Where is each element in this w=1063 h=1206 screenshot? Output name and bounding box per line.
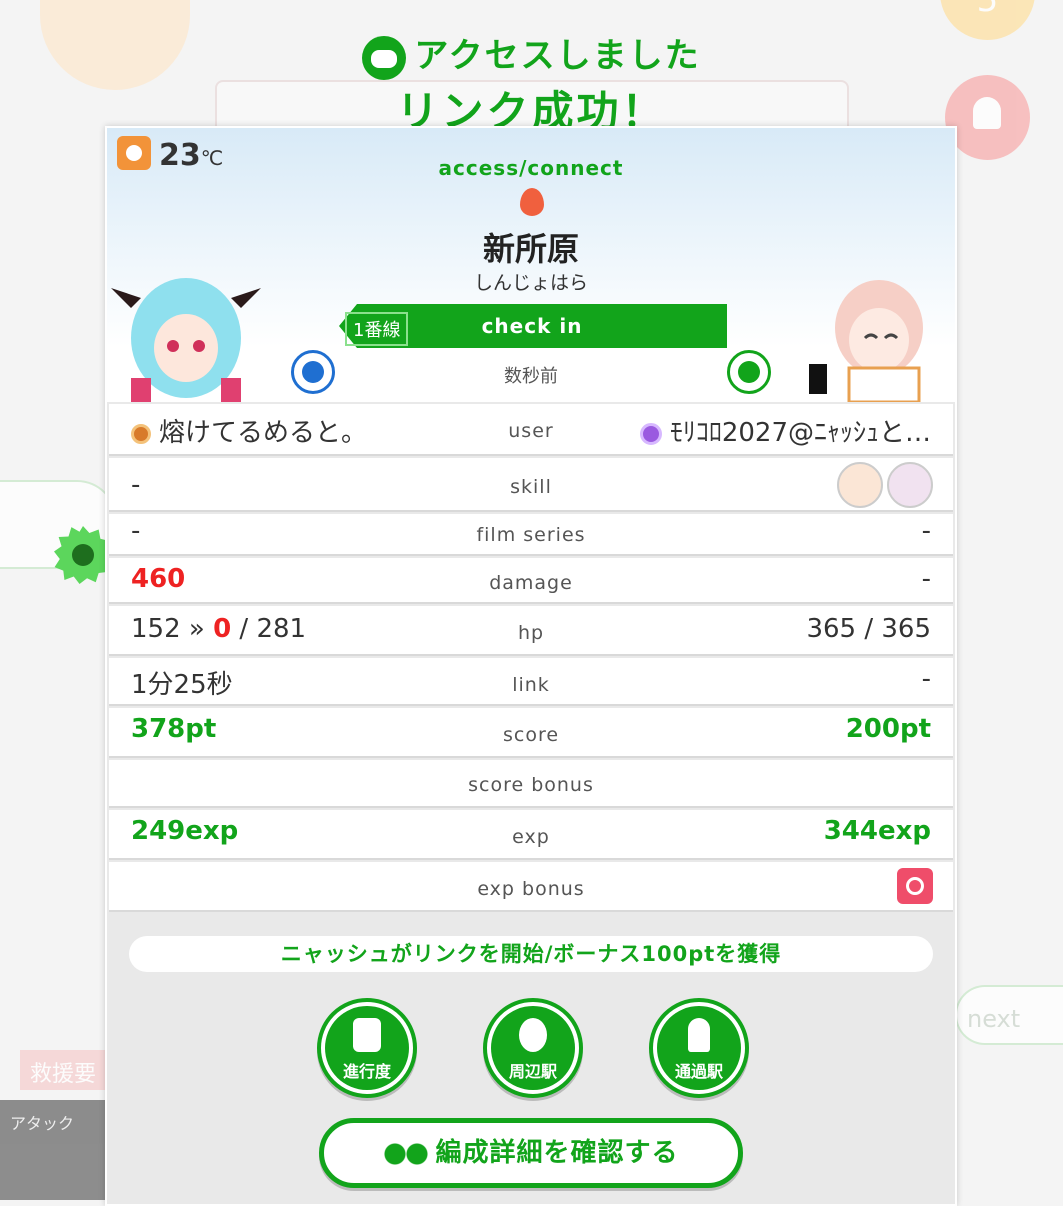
nearby-label: 周辺駅 <box>508 1062 557 1081</box>
exp-right: 344exp <box>823 816 931 846</box>
row-link: 1分25秒 link - <box>109 658 953 704</box>
access-header: アクセスしました <box>0 28 1063 80</box>
row-exp: 249exp exp 344exp <box>109 810 953 858</box>
formation-label: 編成詳細を確認する <box>435 1138 679 1168</box>
access-header-text: アクセスしました <box>414 36 701 76</box>
skill-avatar-2[interactable] <box>887 462 933 508</box>
access-connect-label: access/connect <box>438 156 624 180</box>
denco-pair-icon <box>383 1141 430 1166</box>
denco-face-icon <box>362 35 407 80</box>
bonus-message: ニャッシュがリンクを開始/ボーナス100ptを獲得 <box>129 936 933 972</box>
score-right: 200pt <box>845 714 931 744</box>
passed-button-face: 通過駅 <box>657 1006 741 1090</box>
row-user: 熔けてるめると。 user ﾓﾘｺﾛ2027@ﾆｬｯｼｭと… <box>109 404 953 454</box>
background-rescue-label: 救援要 <box>20 1050 110 1090</box>
skill-avatar-1[interactable] <box>837 462 883 508</box>
exp-bonus-badge-icon[interactable] <box>897 868 933 904</box>
result-card: 23℃ access/connect 新所原 しんじょはら 1番線 check … <box>105 126 957 1206</box>
progress-button[interactable]: 進行度 <box>317 998 417 1098</box>
link-right: - <box>921 664 931 694</box>
user-right[interactable]: ﾓﾘｺﾛ2027@ﾆｬｯｼｭと… <box>639 412 931 449</box>
progress-label: 進行度 <box>342 1062 391 1081</box>
row-score: 378pt score 200pt <box>109 708 953 756</box>
passed-stations-button[interactable]: 通過駅 <box>649 998 749 1098</box>
row-key: score <box>502 724 560 746</box>
background-next-button: next <box>955 985 1063 1045</box>
check-in-label: check in <box>481 314 583 338</box>
passed-label: 通過駅 <box>674 1062 723 1081</box>
purple-user-icon <box>639 422 662 445</box>
row-key: damage <box>489 572 573 594</box>
station-header: 23℃ access/connect 新所原 しんじょはら 1番線 check … <box>107 128 955 402</box>
row-skill: - skill <box>109 458 953 510</box>
damage-right: - <box>921 564 931 594</box>
row-key: link <box>512 674 550 696</box>
row-exp-bonus: exp bonus <box>109 862 953 910</box>
rocket-icon <box>688 1018 710 1052</box>
line-number-badge: 1番線 <box>345 312 409 346</box>
row-key: exp bonus <box>477 878 585 900</box>
train-icon <box>353 1018 381 1052</box>
row-key: score bonus <box>468 774 594 796</box>
fire-attribute-icon <box>520 188 544 216</box>
progress-button-face: 進行度 <box>325 1006 409 1090</box>
formation-details-button[interactable]: 編成詳細を確認する <box>319 1118 743 1188</box>
row-film-series: - film series - <box>109 514 953 554</box>
time-ago: 数秒前 <box>504 366 558 387</box>
hp-right: 365 / 365 <box>806 614 931 644</box>
row-score-bonus: score bonus <box>109 760 953 806</box>
background-attack-panel: アタック <box>0 1100 110 1200</box>
film-right: - <box>921 516 931 546</box>
row-key: skill <box>510 476 552 498</box>
row-damage: 460 damage - <box>109 558 953 602</box>
station-name: 新所原 <box>482 230 579 268</box>
station-sign-icon <box>519 1018 547 1052</box>
nearby-stations-button[interactable]: 周辺駅 <box>483 998 583 1098</box>
nearby-button-face: 周辺駅 <box>491 1006 575 1090</box>
row-key: film series <box>476 524 586 546</box>
row-hp: 152 » 0 / 281 hp 365 / 365 <box>109 606 953 654</box>
